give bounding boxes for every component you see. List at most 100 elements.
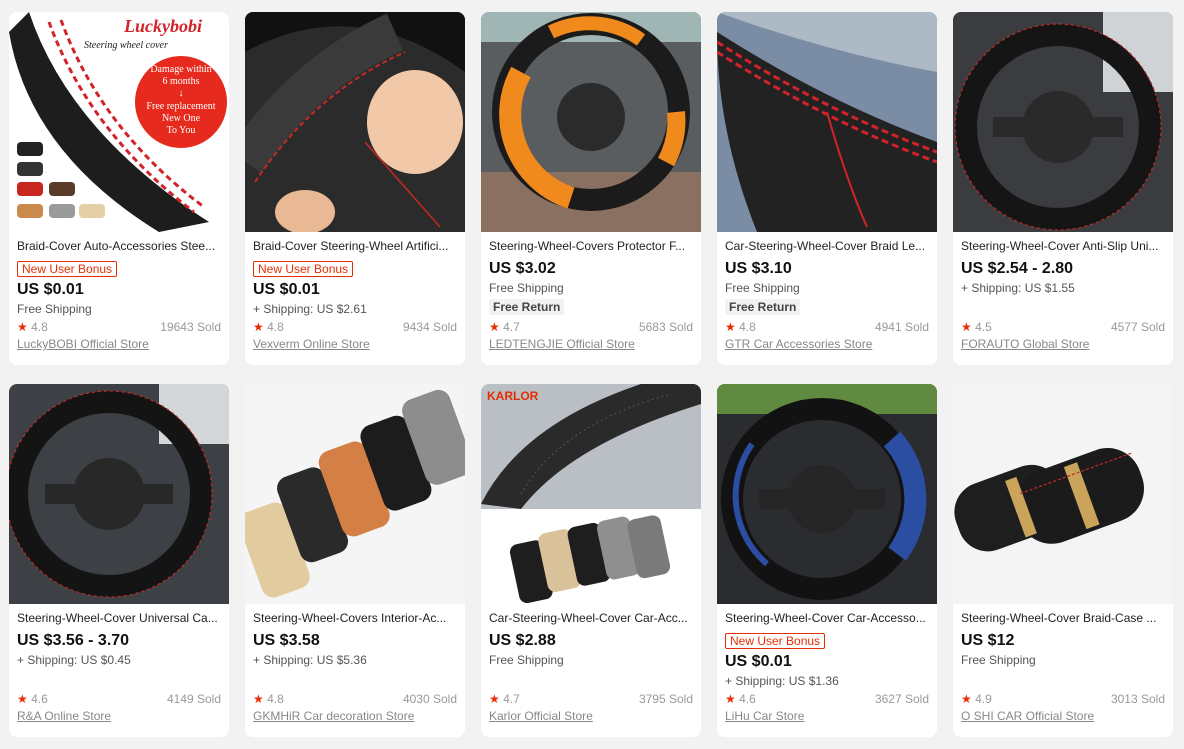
product-title[interactable]: Steering-Wheel-Covers Protector F... [489,239,693,253]
image-badge-line: 6 months [163,76,200,87]
product-title[interactable]: Steering-Wheel-Covers Interior-Ac... [253,611,457,625]
star-icon: ★ [489,692,500,706]
store-link[interactable]: GKMHiR Car decoration Store [253,709,414,723]
product-image[interactable]: Luckybobi Steering wheel cover Damage wi… [9,12,229,232]
star-icon: ★ [961,692,972,706]
sold-count: 4030 Sold [402,692,457,706]
sold-count: 3013 Sold [1110,692,1165,706]
sold-count: 3795 Sold [638,692,693,706]
shipping-info: Free Shipping [725,281,800,295]
product-image[interactable] [245,384,465,604]
free-return-badge: Free Return [725,299,801,315]
product-title[interactable]: Braid-Cover Steering-Wheel Artifici... [253,239,457,253]
product-title[interactable]: Steering-Wheel-Cover Anti-Slip Uni... [961,239,1165,253]
product-price: US $3.10 [725,260,792,277]
product-price: US $2.88 [489,632,556,649]
store-link[interactable]: LiHu Car Store [725,709,804,723]
image-brand: Luckybobi [123,16,202,36]
star-icon: ★ [253,320,264,334]
rating-value: 4.7 [503,320,520,334]
image-badge-line: Damage within [150,64,211,75]
store-link[interactable]: FORAUTO Global Store [961,337,1089,351]
product-price: US $12 [961,632,1015,649]
product-price: US $3.58 [253,632,320,649]
product-image[interactable] [717,12,937,232]
rating-row: ★ 4.5 4577 Sold [961,320,1165,334]
sold-count: 5683 Sold [638,320,693,334]
new-user-bonus-badge: New User Bonus [725,633,826,649]
shipping-info: Free Shipping [489,281,564,295]
rating-row: ★ 4.8 4030 Sold [253,692,457,706]
image-brand: KARLOR [487,389,539,403]
store-link[interactable]: Karlor Official Store [489,709,593,723]
product-price: US $3.56 - 3.70 [17,632,130,649]
rating-value: 4.6 [739,692,756,706]
store-link[interactable]: R&A Online Store [17,709,111,723]
store-link[interactable]: LuckyBOBI Official Store [17,337,149,351]
product-title[interactable]: Steering-Wheel-Cover Universal Ca... [17,611,221,625]
product-card[interactable]: Steering-Wheel-Cover Braid-Case ... US $… [953,384,1173,737]
sold-count: 4941 Sold [874,320,929,334]
store-link[interactable]: LEDTENGJIE Official Store [489,337,635,351]
store-link[interactable]: Vexverm Online Store [253,337,370,351]
sold-count: 3627 Sold [874,692,929,706]
product-image[interactable] [9,384,229,604]
shipping-info: Free Shipping [17,302,92,316]
product-price: US $3.02 [489,260,556,277]
rating-value: 4.7 [503,692,520,706]
rating-row: ★ 4.9 3013 Sold [961,692,1165,706]
product-title[interactable]: Car-Steering-Wheel-Cover Braid Le... [725,239,929,253]
product-card[interactable]: Car-Steering-Wheel-Cover Braid Le... US … [717,12,937,365]
product-image[interactable] [481,12,701,232]
product-image[interactable] [953,384,1173,604]
star-icon: ★ [17,320,28,334]
rating-row: ★ 4.8 19643 Sold [17,320,221,334]
product-card[interactable]: Steering-Wheel-Cover Universal Ca... US … [9,384,229,737]
new-user-bonus-badge: New User Bonus [253,261,354,277]
image-badge-line: Free replacement [146,101,215,112]
image-badge-line: ↓ [179,88,184,99]
product-title[interactable]: Steering-Wheel-Cover Car-Accesso... [725,611,929,625]
rating-row: ★ 4.8 4941 Sold [725,320,929,334]
product-image[interactable] [953,12,1173,232]
product-price: US $0.01 [725,653,792,670]
product-title[interactable]: Car-Steering-Wheel-Cover Car-Acc... [489,611,693,625]
product-card[interactable]: Steering-Wheel-Covers Interior-Ac... US … [245,384,465,737]
product-image[interactable] [245,12,465,232]
product-image[interactable]: KARLOR [481,384,701,604]
product-title[interactable]: Steering-Wheel-Cover Braid-Case ... [961,611,1165,625]
product-card[interactable]: Braid-Cover Steering-Wheel Artifici... N… [245,12,465,365]
star-icon: ★ [253,692,264,706]
rating-row: ★ 4.6 4149 Sold [17,692,221,706]
star-icon: ★ [489,320,500,334]
store-link[interactable]: O SHI CAR Official Store [961,709,1094,723]
shipping-info: + Shipping: US $0.45 [17,653,131,667]
sold-count: 19643 Sold [160,320,221,334]
rating-value: 4.6 [31,692,48,706]
product-price: US $0.01 [17,281,84,298]
product-card[interactable]: Luckybobi Steering wheel cover Damage wi… [9,12,229,365]
rating-row: ★ 4.6 3627 Sold [725,692,929,706]
rating-value: 4.8 [267,320,284,334]
product-title[interactable]: Braid-Cover Auto-Accessories Stee... [17,239,221,253]
shipping-info: + Shipping: US $1.36 [725,674,839,688]
product-grid: Luckybobi Steering wheel cover Damage wi… [0,0,1184,749]
sold-count: 9434 Sold [402,320,457,334]
star-icon: ★ [961,320,972,334]
product-card[interactable]: Steering-Wheel-Covers Protector F... US … [481,12,701,365]
shipping-info: + Shipping: US $1.55 [961,281,1075,295]
sold-count: 4149 Sold [166,692,221,706]
shipping-info: Free Shipping [489,653,564,667]
shipping-info: Free Shipping [961,653,1036,667]
product-card[interactable]: Steering-Wheel-Cover Car-Accesso... New … [717,384,937,737]
rating-value: 4.8 [267,692,284,706]
sold-count: 4577 Sold [1110,320,1165,334]
store-link[interactable]: GTR Car Accessories Store [725,337,872,351]
star-icon: ★ [725,692,736,706]
product-price: US $0.01 [253,281,320,298]
product-card[interactable]: Steering-Wheel-Cover Anti-Slip Uni... US… [953,12,1173,365]
product-image[interactable] [717,384,937,604]
product-card[interactable]: KARLOR Car-Steering-Wheel-Cover Car-Acc.… [481,384,701,737]
star-icon: ★ [725,320,736,334]
rating-row: ★ 4.7 3795 Sold [489,692,693,706]
